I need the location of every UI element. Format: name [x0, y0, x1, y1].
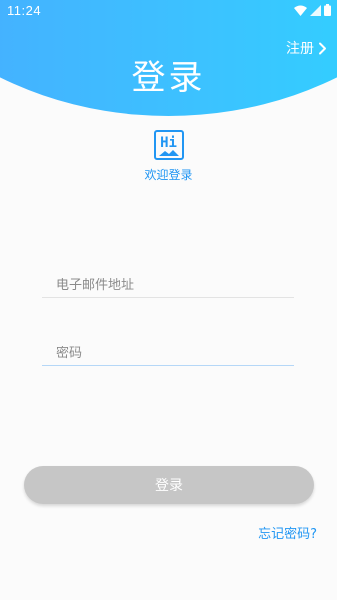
- battery-icon: [324, 4, 331, 16]
- status-bar: 11:24: [0, 0, 337, 24]
- email-field[interactable]: [42, 278, 294, 297]
- email-underline: [42, 297, 294, 298]
- email-field-container: [42, 274, 294, 298]
- status-time: 11:24: [7, 3, 42, 18]
- hi-logo-icon: Hi: [153, 130, 184, 160]
- signal-icon: [310, 4, 321, 16]
- app-logo: Hi 欢迎登录: [0, 130, 337, 183]
- password-field-container: [42, 342, 294, 366]
- welcome-text: 欢迎登录: [144, 168, 193, 182]
- logo-icon-text: Hi: [160, 135, 177, 151]
- password-field[interactable]: [42, 346, 294, 365]
- forgot-password-link[interactable]: 忘记密码?: [258, 523, 317, 542]
- password-underline: [42, 365, 294, 366]
- page-title: 登录: [131, 58, 206, 98]
- login-button[interactable]: 登录: [24, 466, 314, 504]
- mountain-icon: [158, 150, 179, 156]
- wifi-icon: [294, 5, 307, 16]
